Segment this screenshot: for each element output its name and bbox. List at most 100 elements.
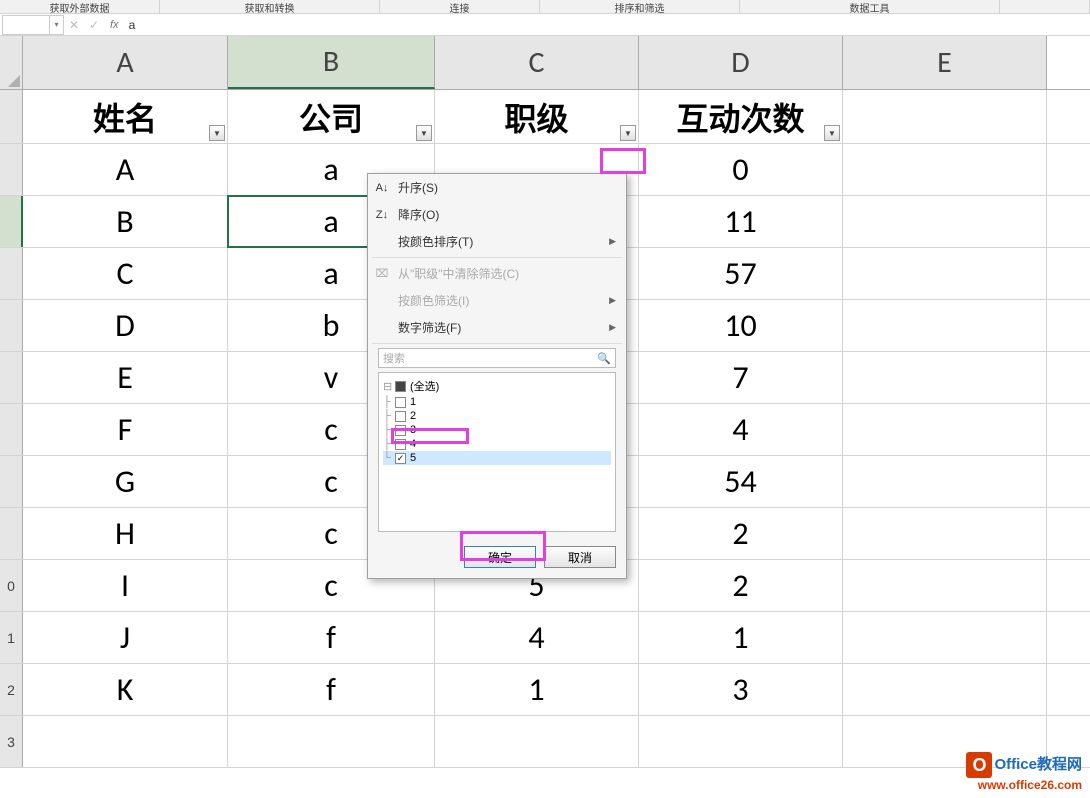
cell[interactable]: 11 [639,196,843,247]
cell[interactable] [435,716,639,767]
cell[interactable]: K [23,664,228,715]
col-header-C[interactable]: C [435,36,639,89]
cell[interactable]: 3 [639,664,843,715]
filter-checklist[interactable]: ⊟(全选) ├1├2├3├4└5 [378,372,616,532]
cell[interactable] [843,144,1047,195]
row-header[interactable] [0,300,23,351]
cell[interactable]: 10 [639,300,843,351]
cell[interactable]: 7 [639,352,843,403]
filter-dropdown-icon[interactable]: ▼ [620,125,636,141]
row-header[interactable] [0,90,23,143]
name-box[interactable] [2,15,50,35]
cell[interactable]: E [23,352,228,403]
select-all-corner[interactable] [0,36,23,90]
col-header-E[interactable]: E [843,36,1047,89]
cell[interactable]: D [23,300,228,351]
select-all-checkbox[interactable]: ⊟(全选) [383,377,611,395]
cell[interactable] [843,612,1047,663]
row-header[interactable] [0,144,23,195]
filter-dropdown-icon[interactable]: ▼ [209,125,225,141]
sort-by-color[interactable]: 按颜色排序(T)▶ [368,228,626,255]
cell[interactable] [843,196,1047,247]
checkbox-icon[interactable] [395,381,406,392]
ribbon-group[interactable]: 排序和筛选 [540,0,740,13]
cell[interactable]: H [23,508,228,559]
filter-item-checkbox[interactable]: ├3 [383,423,611,437]
filter-search-input[interactable]: 搜索🔍 [378,348,616,368]
formula-input[interactable]: a [125,18,1090,32]
checkbox-icon[interactable] [395,425,406,436]
cell[interactable]: 公司▼ [228,90,435,143]
filter-dropdown-icon[interactable]: ▼ [416,125,432,141]
cell[interactable]: 2 [639,560,843,611]
cell[interactable] [843,404,1047,455]
ribbon-group[interactable]: 获取和转换 [160,0,380,13]
row-header[interactable] [0,508,23,559]
cell[interactable] [843,508,1047,559]
cell[interactable] [23,716,228,767]
cell[interactable] [843,90,1047,143]
name-box-dropdown[interactable]: ▾ [50,15,64,35]
sort-desc[interactable]: Z↓降序(O) [368,201,626,228]
checkbox-icon[interactable] [395,439,406,450]
cell[interactable] [843,456,1047,507]
filter-item-checkbox[interactable]: ├2 [383,409,611,423]
col-header-A[interactable]: A [23,36,228,89]
row-header[interactable] [0,456,23,507]
cell[interactable]: f [228,612,435,663]
cell[interactable]: 职级▼ [435,90,639,143]
row-header[interactable] [0,248,23,299]
cell[interactable]: 1 [639,612,843,663]
cell[interactable]: 4 [639,404,843,455]
cell[interactable] [843,352,1047,403]
cell[interactable]: F [23,404,228,455]
cell[interactable] [228,716,435,767]
cell[interactable]: 互动次数▼ [639,90,843,143]
filter-item-checkbox[interactable]: ├4 [383,437,611,451]
cell[interactable]: f [228,664,435,715]
cell[interactable] [843,300,1047,351]
fx-icon[interactable]: fx [110,19,119,31]
cell[interactable]: 2 [639,508,843,559]
number-filter[interactable]: 数字筛选(F)▶ [368,314,626,341]
row-header[interactable] [0,352,23,403]
cell[interactable]: 54 [639,456,843,507]
ribbon-group[interactable]: 获取外部数据 [0,0,160,13]
row-header[interactable] [0,404,23,455]
row-header[interactable]: 0 [0,560,23,611]
sort-asc[interactable]: A↓升序(S) [368,174,626,201]
filter-item-checkbox[interactable]: └5 [383,451,611,465]
col-header-D[interactable]: D [639,36,843,89]
col-header-B[interactable]: B [228,36,435,89]
filter-item-checkbox[interactable]: ├1 [383,395,611,409]
cell[interactable] [639,716,843,767]
row-header[interactable]: 3 [0,716,23,767]
cell[interactable]: I [23,560,228,611]
cell[interactable] [843,664,1047,715]
cell[interactable]: G [23,456,228,507]
search-icon: 🔍 [597,352,611,365]
cell[interactable] [843,560,1047,611]
checkbox-icon[interactable] [395,453,406,464]
cell[interactable]: J [23,612,228,663]
ribbon-group[interactable]: 数据工具 [740,0,1000,13]
ribbon-group[interactable]: 连接 [380,0,540,13]
watermark: OOffice教程网 www.office26.com [966,752,1082,792]
filter-dropdown-icon[interactable]: ▼ [824,125,840,141]
row-header[interactable] [0,196,23,247]
cell[interactable]: 1 [435,664,639,715]
ok-button[interactable]: 确定 [464,546,536,568]
cancel-button[interactable]: 取消 [544,546,616,568]
cell[interactable]: A [23,144,228,195]
cell[interactable]: 姓名▼ [23,90,228,143]
cell[interactable]: C [23,248,228,299]
cell[interactable]: 0 [639,144,843,195]
cell[interactable]: 4 [435,612,639,663]
cell[interactable] [843,248,1047,299]
cell[interactable]: 57 [639,248,843,299]
checkbox-icon[interactable] [395,411,406,422]
cell[interactable]: B [23,196,228,247]
row-header[interactable]: 1 [0,612,23,663]
row-header[interactable]: 2 [0,664,23,715]
checkbox-icon[interactable] [395,397,406,408]
